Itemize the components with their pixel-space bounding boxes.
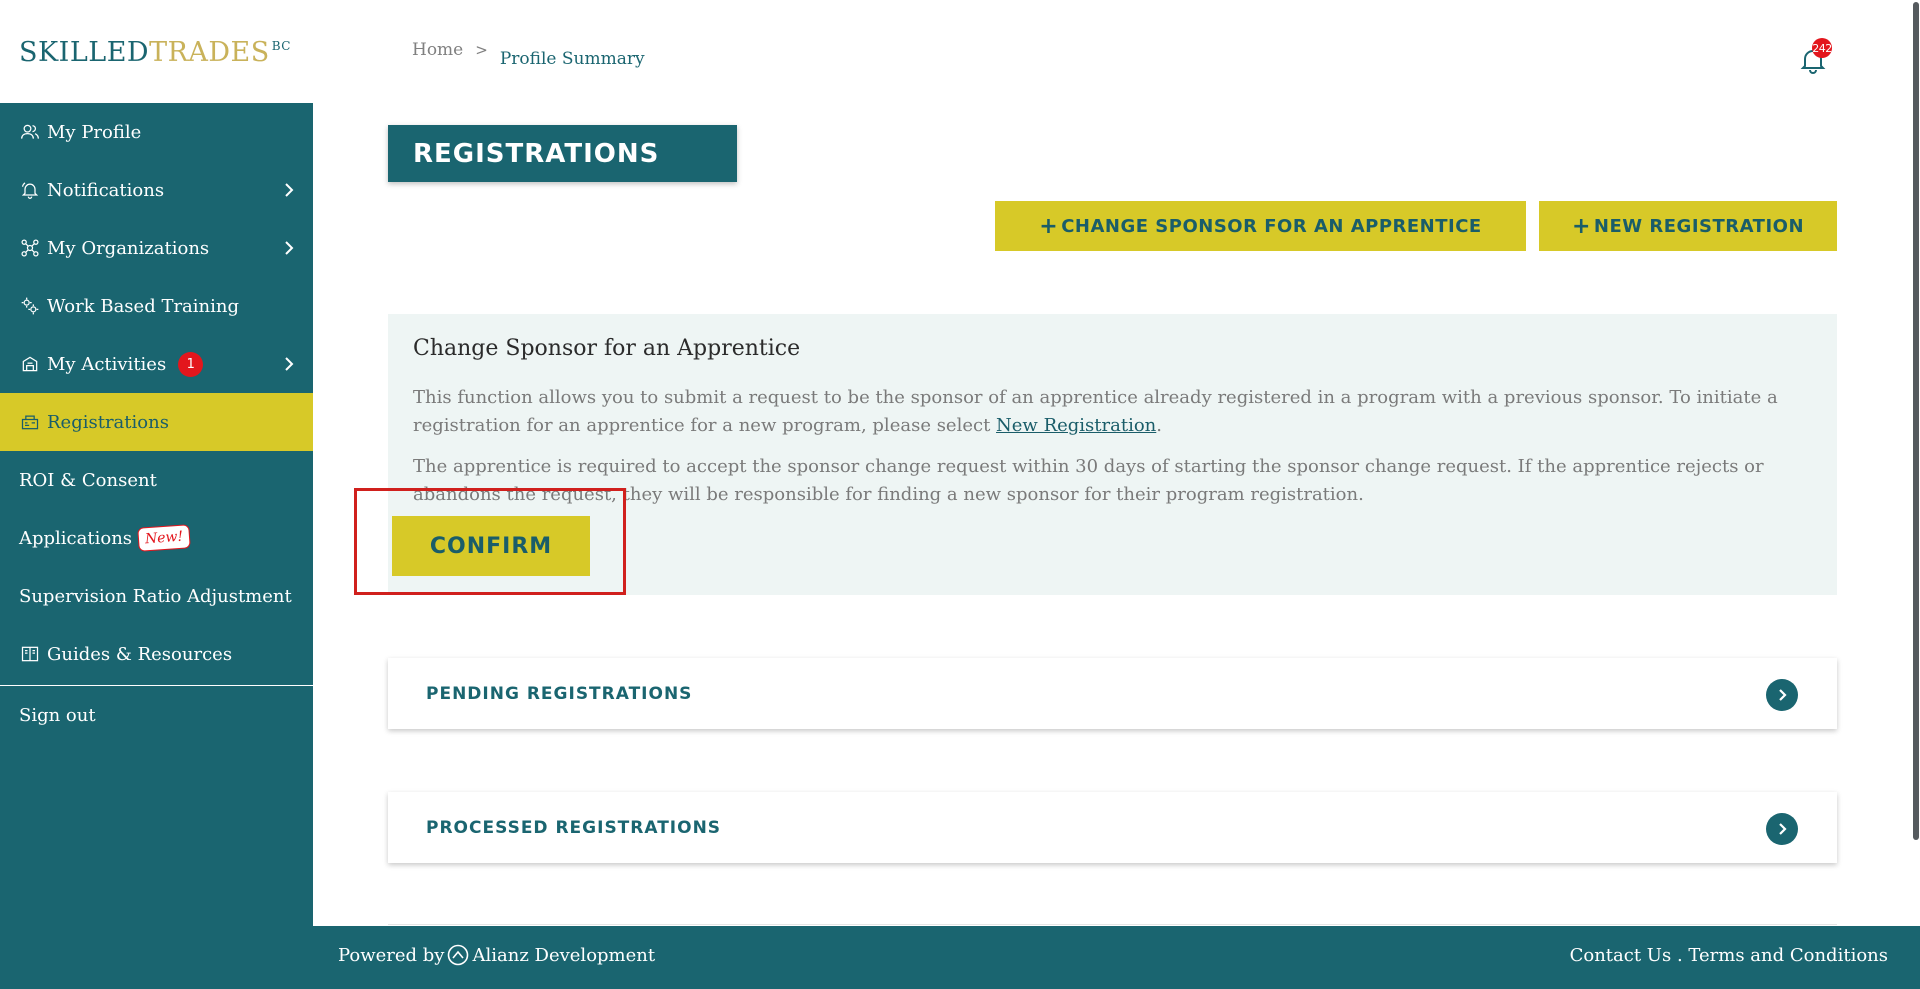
sidebar-item-label: My Organizations — [47, 237, 210, 259]
plus-icon: + — [1571, 213, 1591, 239]
chevron-right-icon[interactable] — [1766, 813, 1798, 845]
footer-links: Contact Us . Terms and Conditions — [1569, 945, 1888, 966]
notification-count-badge: 242 — [1812, 38, 1832, 58]
change-sponsor-panel: Change Sponsor for an Apprentice This fu… — [388, 314, 1837, 595]
new-registration-link[interactable]: New Registration — [996, 415, 1156, 436]
sidebar-item-my-profile[interactable]: My Profile — [0, 103, 313, 161]
panel-title: Change Sponsor for an Apprentice — [413, 336, 801, 361]
breadcrumb-separator: > — [475, 41, 488, 59]
sidebar-item-label: My Profile — [47, 121, 142, 143]
breadcrumb-home[interactable]: Home — [412, 40, 463, 60]
new-registration-button[interactable]: + NEW REGISTRATION — [1539, 201, 1837, 251]
sidebar-nav: My Profile Notifications My Organization… — [0, 103, 313, 744]
sidebar-item-label: Work Based Training — [47, 295, 240, 317]
breadcrumb: Home > Profile Summary — [412, 40, 645, 69]
pending-registrations-section[interactable]: PENDING REGISTRATIONS — [388, 658, 1837, 729]
change-sponsor-button[interactable]: + CHANGE SPONSOR FOR AN APPRENTICE — [995, 201, 1526, 251]
sidebar-item-my-activities[interactable]: My Activities 1 — [0, 335, 313, 393]
plus-icon: + — [1039, 213, 1059, 239]
chevron-right-icon — [285, 183, 294, 197]
sign-out-link[interactable]: Sign out — [0, 686, 313, 744]
scrollbar[interactable] — [1910, 0, 1920, 926]
chevron-right-icon — [285, 241, 294, 255]
footer: Powered by Alianz Development Contact Us… — [313, 926, 1920, 989]
sidebar-item-label: ROI & Consent — [19, 469, 157, 491]
sidebar-item-my-organizations[interactable]: My Organizations — [0, 219, 313, 277]
confirm-button[interactable]: CONFIRM — [392, 516, 590, 576]
sidebar-item-label: My Activities — [47, 353, 167, 375]
new-badge: New! — [137, 524, 191, 552]
contact-us-link[interactable]: Contact Us — [1570, 945, 1672, 966]
new-registration-label: NEW REGISTRATION — [1593, 215, 1805, 237]
sidebar: SKILLEDTRADES BC My Profile Notifications… — [0, 0, 313, 989]
terms-link[interactable]: Terms and Conditions — [1688, 945, 1888, 966]
scrollbar-thumb[interactable] — [1913, 2, 1919, 840]
activities-count-badge: 1 — [178, 351, 204, 377]
sidebar-item-registrations[interactable]: Registrations — [0, 393, 313, 451]
panel-notice: The apprentice is required to accept the… — [413, 456, 1764, 505]
chevron-right-icon — [285, 357, 294, 371]
sign-out-label: Sign out — [19, 704, 96, 726]
sidebar-item-label: Registrations — [47, 411, 169, 433]
gears-icon — [19, 295, 41, 317]
book-icon — [19, 643, 41, 665]
user-icon — [19, 121, 41, 143]
logo-area: SKILLEDTRADES BC — [0, 0, 313, 103]
divider — [388, 924, 1837, 925]
sidebar-item-label: Supervision Ratio Adjustment — [19, 585, 292, 607]
sidebar-item-applications[interactable]: Applications New! — [0, 509, 313, 567]
sidebar-item-work-based-training[interactable]: Work Based Training — [0, 277, 313, 335]
sidebar-item-supervision-ratio[interactable]: Supervision Ratio Adjustment — [0, 567, 313, 625]
sidebar-item-label: Applications — [19, 527, 133, 549]
company-name[interactable]: Alianz Development — [472, 945, 655, 966]
sidebar-item-roi-consent[interactable]: ROI & Consent — [0, 451, 313, 509]
alianz-logo-icon — [448, 944, 469, 966]
processed-registrations-label: PROCESSED REGISTRATIONS — [426, 818, 722, 838]
powered-by: Powered by Alianz Development — [338, 944, 656, 966]
sidebar-item-label: Guides & Resources — [47, 643, 233, 665]
sidebar-item-guides-resources[interactable]: Guides & Resources — [0, 625, 313, 683]
clipboard-icon — [19, 353, 41, 375]
network-icon — [19, 237, 41, 259]
page-title: REGISTRATIONS — [388, 125, 737, 182]
processed-registrations-section[interactable]: PROCESSED REGISTRATIONS — [388, 792, 1837, 863]
sidebar-item-label: Notifications — [47, 179, 165, 201]
panel-description: This function allows you to submit a req… — [413, 387, 1778, 436]
bell-icon — [19, 179, 41, 201]
pending-registrations-label: PENDING REGISTRATIONS — [426, 684, 693, 704]
breadcrumb-current: Profile Summary — [499, 49, 645, 69]
change-sponsor-label: CHANGE SPONSOR FOR AN APPRENTICE — [1061, 215, 1482, 237]
register-icon — [19, 411, 41, 433]
chevron-right-icon[interactable] — [1766, 679, 1798, 711]
logo[interactable]: SKILLEDTRADES BC — [19, 37, 291, 68]
sidebar-item-notifications[interactable]: Notifications — [0, 161, 313, 219]
